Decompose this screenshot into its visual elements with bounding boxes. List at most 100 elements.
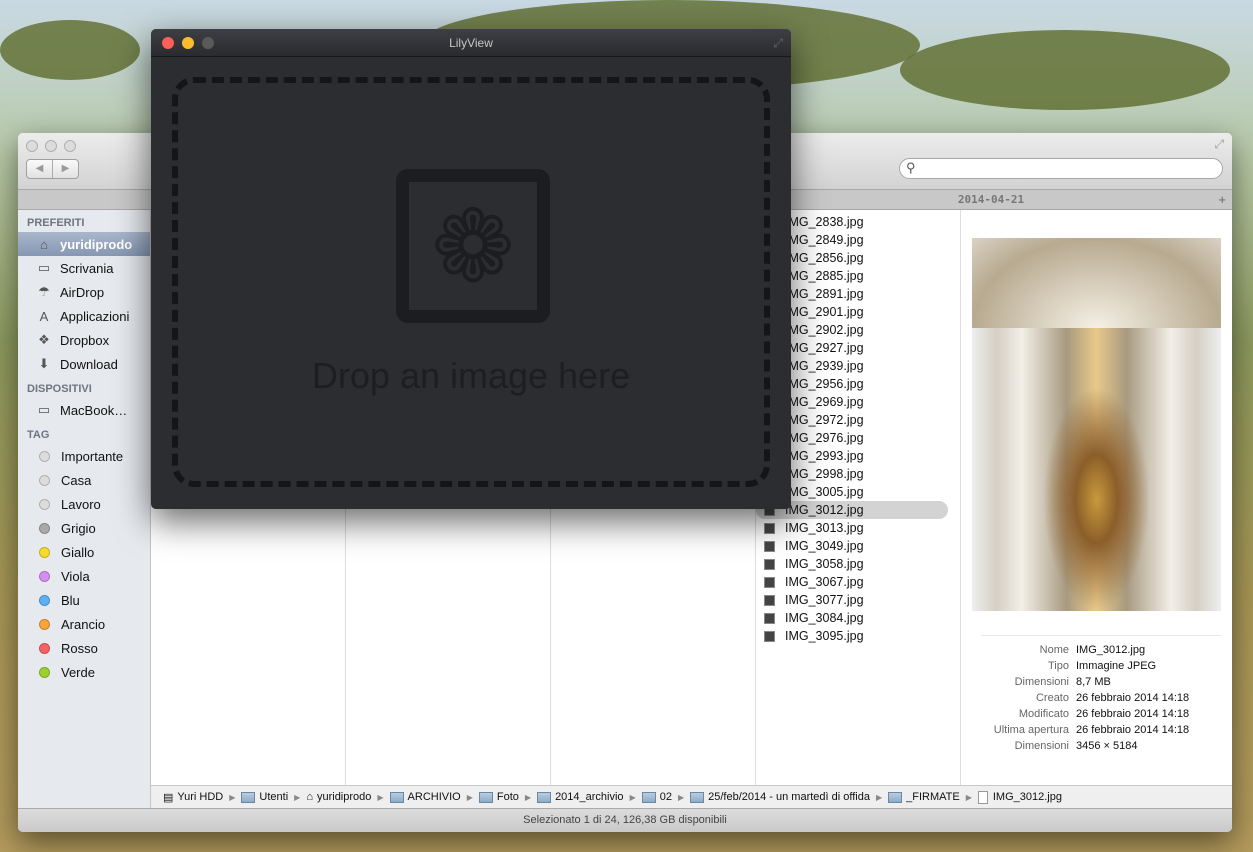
info-value: 26 febbraio 2014 14:18 [1076, 724, 1190, 736]
file-name: IMG_3084.jpg [785, 611, 864, 625]
file-item[interactable]: IMG_3067.jpg [756, 573, 948, 591]
path-label: Foto [496, 791, 519, 803]
fullscreen-icon[interactable]: ⤢ [1214, 137, 1224, 152]
path-item[interactable]: ARCHIVIO ▶ [389, 791, 473, 803]
file-item[interactable]: IMG_3058.jpg [756, 555, 948, 573]
path-item[interactable]: _FIRMATE ▶ [888, 791, 972, 803]
close-button[interactable] [26, 140, 38, 152]
window-title: LilyView [449, 36, 493, 50]
file-name: IMG_3013.jpg [785, 521, 864, 535]
zoom-button[interactable] [64, 140, 76, 152]
path-item[interactable]: ▤ Yuri HDD ▶ [163, 791, 235, 804]
preview-pane: Nome IMG_3012.jpg Tipo Immagine JPEG Dimensi… [961, 210, 1232, 785]
file-name: IMG_2849.jpg [785, 233, 864, 247]
sidebar-tag-verde[interactable]: Verde [18, 660, 150, 684]
sidebar-tag-viola[interactable]: Viola [18, 564, 150, 588]
path-label: 02 [659, 791, 672, 803]
file-name: IMG_2972.jpg [785, 413, 864, 427]
minimize-button[interactable] [45, 140, 57, 152]
sidebar-tag-importante[interactable]: Importante [18, 444, 150, 468]
image-file-icon [764, 522, 775, 534]
fullscreen-icon[interactable]: ⤢ [773, 29, 783, 57]
path-label: 25/feb/2014 - un martedì di offida [708, 791, 870, 803]
lilyview-titlebar: LilyView ⤢ [151, 29, 791, 57]
path-label: 2014_archivio [555, 791, 624, 803]
image-file-icon [764, 612, 775, 624]
file-name: IMG_2856.jpg [785, 251, 864, 265]
info-key: Dimensioni [1014, 740, 1069, 752]
sidebar-tag-lavoro[interactable]: Lavoro [18, 492, 150, 516]
sidebar-item-macbook[interactable]: ▭ MacBook… [18, 398, 150, 422]
file-name: IMG_2993.jpg [785, 449, 864, 463]
file-name: IMG_2885.jpg [785, 269, 864, 283]
sidebar-item-label: Blu [61, 592, 80, 608]
zoom-button[interactable] [202, 37, 214, 49]
tag-dot-icon [39, 666, 50, 678]
info-value: 3456 × 5184 [1076, 740, 1138, 752]
info-key: Ultima apertura [993, 724, 1069, 736]
sidebar-item-label: Applicazioni [60, 308, 130, 324]
sidebar-item-applicazioni[interactable]: A Applicazioni [18, 304, 150, 328]
path-item[interactable]: IMG_3012.jpg [977, 790, 1062, 804]
path-arrow-icon: ▶ [875, 792, 883, 802]
sidebar-item-airdrop[interactable]: ☂ AirDrop [18, 280, 150, 304]
path-arrow-icon: ▶ [677, 792, 685, 802]
path-item[interactable]: 2014_archivio ▶ [537, 791, 636, 803]
applications-icon: A [39, 308, 49, 324]
back-button[interactable]: ◀ [27, 160, 52, 178]
dropbox-icon: ❖ [38, 332, 50, 347]
close-button[interactable] [162, 37, 174, 49]
sidebar-item-label: Casa [61, 472, 92, 488]
sidebar-item-download[interactable]: ⬇ Download [18, 352, 150, 376]
file-name: IMG_2891.jpg [785, 287, 864, 301]
info-key: Creato [1035, 692, 1069, 704]
sidebar-item-dropbox[interactable]: ❖ Dropbox [18, 328, 150, 352]
path-item[interactable]: ⌂ yuridiprodo ▶ [306, 791, 383, 803]
sidebar-item-label: Lavoro [61, 496, 101, 512]
sidebar-item-label: Verde [61, 664, 95, 680]
file-item[interactable]: IMG_3049.jpg [756, 537, 948, 555]
path-item[interactable]: 25/feb/2014 - un martedì di offida ▶ [690, 791, 882, 803]
path-arrow-icon: ▶ [377, 792, 384, 802]
download-icon: ⬇ [38, 356, 50, 371]
folder-icon [389, 791, 404, 803]
sidebar-item-label: yuridiprodo [60, 236, 133, 252]
info-value: 26 febbraio 2014 14:18 [1076, 708, 1190, 720]
forward-button[interactable]: ▶ [52, 160, 78, 178]
sidebar-tag-casa[interactable]: Casa [18, 468, 150, 492]
path-item[interactable]: 02 ▶ [641, 791, 685, 803]
minimize-button[interactable] [182, 37, 194, 49]
path-label: _FIRMATE [906, 791, 960, 803]
info-row: Modificato 26 febbraio 2014 14:18 [981, 708, 1221, 724]
info-value: Immagine JPEG [1076, 660, 1157, 672]
sidebar-tag-giallo[interactable]: Giallo [18, 540, 150, 564]
sidebar-header: TAG [27, 429, 50, 441]
search-input[interactable]: ⚲ [899, 158, 1223, 179]
path-item[interactable]: Foto ▶ [478, 791, 532, 803]
folder-icon [478, 791, 493, 803]
file-item[interactable]: IMG_3084.jpg [756, 609, 948, 627]
sidebar-tag-rosso[interactable]: Rosso [18, 636, 150, 660]
path-arrow-icon: ▶ [965, 792, 972, 802]
status-bar: Selezionato 1 di 24, 126,38 GB disponibi… [18, 808, 1232, 832]
file-name: IMG_2956.jpg [785, 377, 864, 391]
sidebar-tag-blu[interactable]: Blu [18, 588, 150, 612]
file-item[interactable]: IMG_3095.jpg [756, 627, 948, 645]
tag-dot-icon [39, 474, 50, 486]
new-tab-button[interactable]: + [1218, 192, 1226, 207]
file-name: IMG_3095.jpg [785, 629, 864, 643]
folder-icon [888, 791, 903, 803]
drop-zone[interactable]: ❁ Drop an image here [172, 77, 770, 487]
image-file-icon [764, 594, 775, 606]
tab-2014-04-21[interactable]: 2014-04-21 [791, 190, 1191, 210]
path-label: yuridiprodo [316, 791, 372, 803]
path-arrow-icon: ▶ [524, 792, 532, 802]
path-item[interactable]: Utenti ▶ [241, 791, 300, 803]
file-name: IMG_2998.jpg [785, 467, 864, 481]
sidebar-item-yuridiprodo[interactable]: ⌂ yuridiprodo [18, 232, 150, 256]
file-item[interactable]: IMG_3013.jpg [756, 519, 948, 537]
sidebar-tag-grigio[interactable]: Grigio [18, 516, 150, 540]
sidebar-item-scrivania[interactable]: ▭ Scrivania [18, 256, 150, 280]
file-item[interactable]: IMG_3077.jpg [756, 591, 948, 609]
sidebar-tag-arancio[interactable]: Arancio [18, 612, 150, 636]
